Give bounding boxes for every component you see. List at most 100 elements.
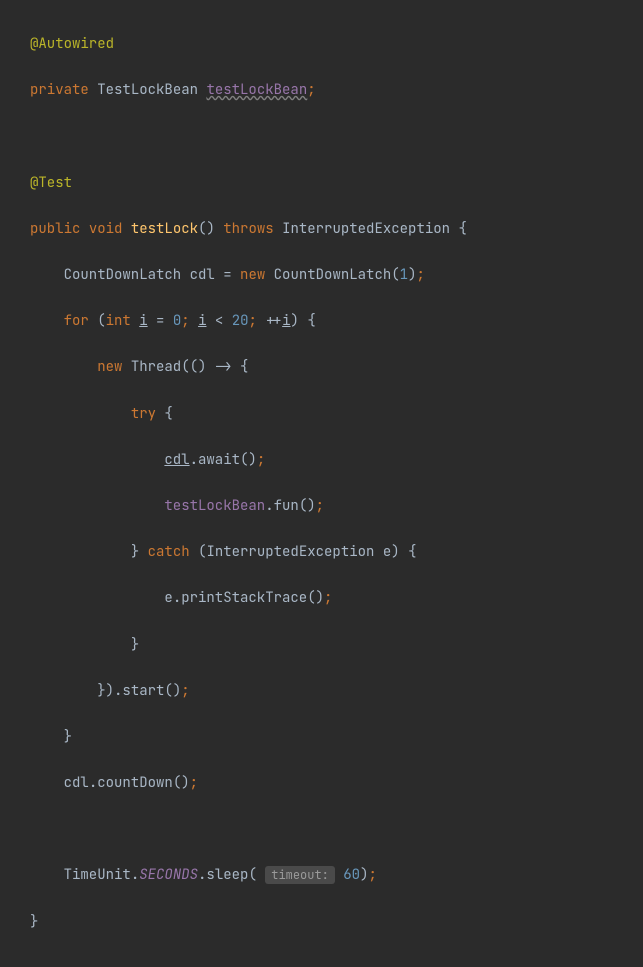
variable: cdl (64, 774, 89, 792)
semicolon: ; (249, 312, 257, 330)
keyword-public: public (30, 220, 80, 238)
semicolon: ; (316, 497, 324, 515)
code-line: } catch (InterruptedException e) { (30, 541, 643, 564)
code-line (30, 125, 643, 148)
semicolon: ; (324, 589, 332, 607)
brace: { (458, 220, 466, 238)
type: CountDownLatch (64, 266, 182, 284)
annotation: @Autowired (30, 35, 114, 53)
code-line: e.printStackTrace(); (30, 587, 643, 610)
paren: ) (206, 220, 214, 238)
brace: } (64, 728, 72, 746)
keyword-for: for (64, 312, 89, 330)
code-line: for (int i = 0; i < 20; ++i) { (30, 310, 643, 333)
paren: ) (307, 497, 315, 515)
type: CountDownLatch (274, 266, 392, 284)
field-ref: testLockBean (164, 497, 265, 515)
operator: < (215, 312, 223, 330)
code-line: new Thread(() -> { (30, 356, 643, 379)
code-line: @Test (30, 172, 643, 195)
operator: = (223, 266, 231, 284)
paren: ( (307, 589, 315, 607)
method-call: .countDown (89, 774, 173, 792)
operator: = (156, 312, 164, 330)
code-line: TimeUnit.SECONDS.sleep( timeout: 60); (30, 864, 643, 887)
brace: { (408, 543, 416, 561)
keyword-throws: throws (223, 220, 273, 238)
number-literal: 0 (173, 312, 181, 330)
code-line: testLockBean.fun(); (30, 495, 643, 518)
method-call: .start (114, 682, 164, 700)
type: InterruptedException (282, 220, 450, 238)
annotation: @Test (30, 174, 72, 192)
keyword-try: try (131, 405, 156, 423)
operator: ++ (265, 312, 282, 330)
code-line: public void testLock() throws Interrupte… (30, 218, 643, 241)
brace: } (97, 682, 105, 700)
paren: ( (181, 358, 189, 376)
paren: ( (198, 543, 206, 561)
keyword-new: new (240, 266, 265, 284)
paren: ( (248, 866, 256, 884)
brace: { (307, 312, 315, 330)
lambda: () -> (190, 358, 232, 376)
variable: cdl (164, 451, 189, 469)
brace: } (131, 543, 139, 561)
code-line: private TestLockBean testLockBean; (30, 79, 643, 102)
brace: { (164, 405, 172, 423)
paren: ) (291, 312, 299, 330)
method-call: .await (190, 451, 240, 469)
semicolon: ; (181, 312, 189, 330)
code-line: cdl.await(); (30, 449, 643, 472)
code-line: try { (30, 403, 643, 426)
paren: ) (106, 682, 114, 700)
brace: } (30, 913, 38, 931)
paren: ) (391, 543, 399, 561)
semicolon: ; (257, 451, 265, 469)
keyword-void: void (89, 220, 123, 238)
variable: i (198, 312, 206, 330)
variable: i (139, 312, 147, 330)
number-literal: 20 (232, 312, 249, 330)
paren: ( (164, 682, 172, 700)
variable: i (282, 312, 290, 330)
semicolon: ; (190, 774, 198, 792)
variable: cdl (190, 266, 215, 284)
paren: ) (248, 451, 256, 469)
type: InterruptedException (206, 543, 374, 561)
number-literal: 1 (400, 266, 408, 284)
paren: ( (97, 312, 105, 330)
variable: e (383, 543, 391, 561)
type: TestLockBean (97, 81, 198, 99)
method-call: .fun (265, 497, 299, 515)
paren: ( (299, 497, 307, 515)
method-name: testLock (131, 220, 198, 238)
paren: ( (391, 266, 399, 284)
brace: } (131, 636, 139, 654)
paren: ) (316, 589, 324, 607)
semicolon: ; (368, 866, 376, 884)
code-line: @Autowired (30, 33, 643, 56)
code-editor[interactable]: @Autowired private TestLockBean testLock… (0, 0, 643, 967)
semicolon: ; (181, 682, 189, 700)
semicolon: ; (416, 266, 424, 284)
paren: ) (173, 682, 181, 700)
field-ref: testLockBean (206, 81, 307, 99)
semicolon: ; (307, 81, 315, 99)
code-line: } (30, 634, 643, 657)
code-line (30, 818, 643, 841)
keyword-catch: catch (148, 543, 190, 561)
type: Thread (131, 358, 181, 376)
paren: ( (173, 774, 181, 792)
number-literal: 60 (343, 866, 360, 884)
method-call: .sleep (198, 866, 248, 884)
code-line: cdl.countDown(); (30, 772, 643, 795)
static-field: SECONDS (139, 866, 198, 884)
method-call: .printStackTrace (173, 589, 307, 607)
dot: . (131, 866, 139, 884)
code-line: CountDownLatch cdl = new CountDownLatch(… (30, 264, 643, 287)
type: TimeUnit (64, 866, 131, 884)
brace: { (240, 358, 248, 376)
keyword-new: new (97, 358, 122, 376)
paren: ) (360, 866, 368, 884)
